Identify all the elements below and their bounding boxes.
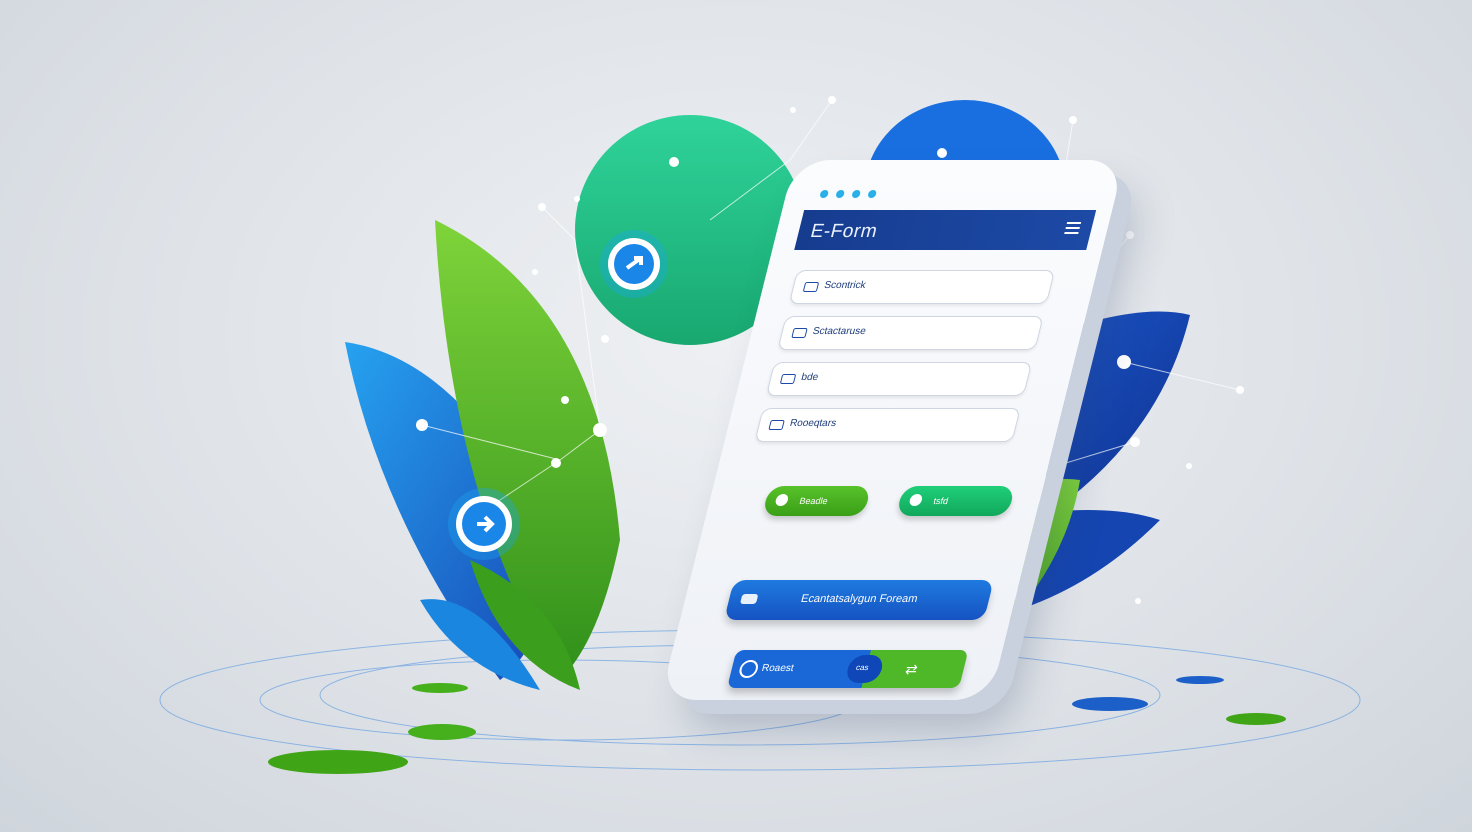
bottom-action-bar[interactable]: Roaest cas ⇄: [726, 650, 969, 688]
window-dot: [835, 190, 846, 198]
secondary-button-left[interactable]: Beadle: [761, 486, 872, 516]
app-title: E-Form: [808, 221, 880, 242]
primary-submit-label: Ecantatsalygun Foream: [799, 593, 919, 605]
secondary-button-right[interactable]: tsfd: [895, 486, 1016, 516]
form-field-4[interactable]: Rooeqtars: [754, 408, 1021, 442]
form-icon: [739, 594, 759, 604]
form-field-label: Scontrick: [822, 280, 867, 291]
button-icon: [908, 494, 924, 506]
bottom-toggle-label: cas: [854, 663, 870, 672]
swap-icon[interactable]: ⇄: [903, 661, 920, 678]
button-icon: [774, 494, 790, 506]
window-dot: [851, 190, 862, 198]
bottom-bar-label: Roaest: [760, 663, 795, 674]
secondary-button-right-label: tsfd: [932, 496, 950, 506]
secondary-button-left-label: Beadle: [798, 496, 829, 506]
card-icon: [791, 328, 808, 338]
form-field-label: Rooeqtars: [788, 418, 838, 429]
refresh-icon: [737, 660, 760, 678]
form-field-3[interactable]: bde: [765, 362, 1033, 396]
window-dot: [819, 190, 830, 198]
window-dots: [819, 190, 878, 198]
arrow-badge-left: [448, 488, 520, 560]
card-icon: [802, 282, 820, 292]
primary-submit-button[interactable]: Ecantatsalygun Foream: [723, 580, 994, 620]
form-field-label: bde: [800, 372, 820, 383]
arrow-badge-top: [600, 230, 668, 298]
form-field-2[interactable]: Sctactaruse: [777, 316, 1044, 350]
form-field-label: Sctactaruse: [811, 326, 868, 337]
card-icon: [768, 420, 785, 430]
form-field-1[interactable]: Scontrick: [788, 270, 1056, 304]
menu-icon[interactable]: [1064, 222, 1082, 234]
card-icon: [779, 374, 797, 384]
app-header: E-Form: [794, 210, 1097, 250]
